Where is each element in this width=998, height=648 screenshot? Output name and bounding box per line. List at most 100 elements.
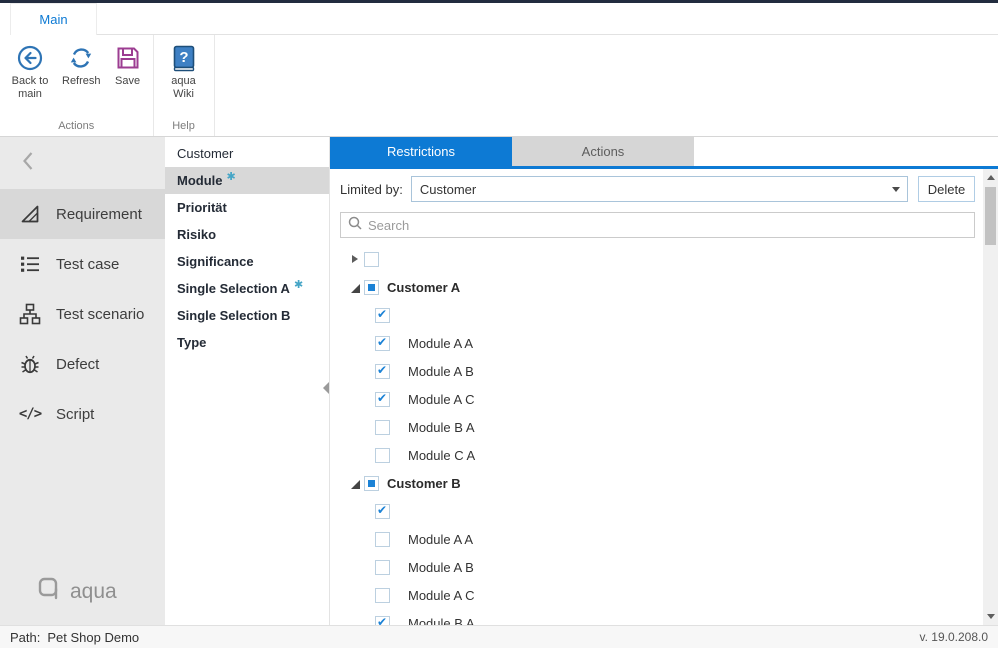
limited-by-dropdown[interactable]: Customer	[411, 176, 908, 202]
tree-expanded-arrow-icon[interactable]	[348, 280, 363, 295]
sidebar: Requirement Test case	[0, 137, 165, 625]
field-item[interactable]: Significance	[165, 248, 329, 275]
checkbox-checked[interactable]	[375, 308, 390, 323]
field-item[interactable]: Risiko	[165, 221, 329, 248]
checkbox-checked[interactable]	[375, 616, 390, 626]
checkbox-unchecked[interactable]	[375, 532, 390, 547]
refresh-icon	[67, 43, 95, 73]
sidebar-item-test-case[interactable]: Test case	[0, 239, 165, 289]
tree-row[interactable]: Module C A	[330, 441, 983, 469]
tree-node-label: Module A A	[408, 336, 473, 351]
sidebar-item-requirement[interactable]: Requirement	[0, 189, 165, 239]
tree-node-label: Module B A	[408, 616, 475, 626]
field-item[interactable]: Customer	[165, 140, 329, 167]
chevron-down-icon	[885, 187, 907, 192]
aqua-logo-icon	[36, 576, 62, 607]
field-item[interactable]: Priorität	[165, 194, 329, 221]
ribbon-tab-main[interactable]: Main	[10, 3, 97, 35]
ribbon-group-label: Actions	[2, 120, 151, 136]
search-input[interactable]	[368, 218, 967, 233]
button-label: aqua Wiki	[160, 75, 208, 101]
field-label: Risiko	[177, 227, 216, 242]
checkbox-unchecked[interactable]	[375, 560, 390, 575]
tree-node-label: Module A C	[408, 588, 475, 603]
tree-row[interactable]: Module B A	[330, 609, 983, 625]
limited-by-row: Limited by: Customer Delete	[340, 176, 975, 202]
panel-collapse-arrow[interactable]	[323, 380, 333, 396]
checkbox-unchecked[interactable]	[375, 588, 390, 603]
tree-node-label: Module A C	[408, 392, 475, 407]
checkbox-unchecked[interactable]	[364, 252, 379, 267]
checkbox-partial[interactable]	[364, 476, 379, 491]
checklist-icon	[18, 252, 42, 276]
sidebar-item-label: Script	[56, 406, 94, 423]
tree-row[interactable]: Customer A	[330, 273, 983, 301]
expander-spacer	[359, 616, 374, 626]
ribbon-group-actions: Back to main Refresh	[0, 35, 154, 136]
checkbox-unchecked[interactable]	[375, 420, 390, 435]
tab-restrictions[interactable]: Restrictions	[330, 137, 512, 166]
tree-collapsed-arrow-icon[interactable]	[348, 252, 363, 267]
tree-node-label: Module C A	[408, 448, 475, 463]
ribbon: Back to main Refresh	[0, 35, 998, 137]
tree-row[interactable]: Module A C	[330, 385, 983, 413]
sidebar-item-label: Test case	[56, 256, 119, 273]
sidebar-item-label: Requirement	[56, 206, 142, 223]
tree-row[interactable]	[330, 497, 983, 525]
tree-row[interactable]	[330, 245, 983, 273]
sidebar-collapse-button[interactable]	[0, 137, 165, 189]
tree-row[interactable]	[330, 301, 983, 329]
delete-button[interactable]: Delete	[918, 176, 975, 202]
refresh-button[interactable]: Refresh	[58, 40, 105, 91]
field-item[interactable]: Type	[165, 329, 329, 356]
checkbox-checked[interactable]	[375, 504, 390, 519]
checkbox-checked[interactable]	[375, 336, 390, 351]
checkbox-checked[interactable]	[375, 364, 390, 379]
tree-expanded-arrow-icon[interactable]	[348, 476, 363, 491]
field-item[interactable]: Single Selection B	[165, 302, 329, 329]
bug-icon	[18, 352, 42, 376]
sidebar-item-defect[interactable]: Defect	[0, 339, 165, 389]
version-label: v. 19.0.208.0	[920, 630, 989, 644]
checkbox-unchecked[interactable]	[375, 448, 390, 463]
scroll-down-arrow[interactable]	[983, 609, 998, 624]
field-label: Priorität	[177, 200, 227, 215]
field-label: Single Selection B	[177, 308, 290, 323]
restriction-tree: Customer AModule A AModule A BModule A C…	[330, 245, 983, 625]
save-button[interactable]: Save	[105, 40, 151, 91]
tree-row[interactable]: Module B A	[330, 413, 983, 441]
wiki-help-icon: ?	[172, 43, 196, 73]
tree-row[interactable]: Module A B	[330, 357, 983, 385]
ribbon-tab-bar: Main	[0, 3, 998, 35]
field-list: CustomerModule✱ Priorität Risiko Significan…	[165, 137, 330, 625]
vertical-scrollbar[interactable]	[983, 169, 998, 625]
code-icon: </>	[18, 402, 42, 426]
main-tab-bar: Restrictions Actions	[330, 137, 998, 166]
checkbox-checked[interactable]	[375, 392, 390, 407]
tree-row[interactable]: Customer B	[330, 469, 983, 497]
expander-spacer	[359, 420, 374, 435]
tab-actions[interactable]: Actions	[512, 137, 694, 166]
field-item[interactable]: Single Selection A✱	[165, 275, 329, 302]
search-icon	[348, 216, 362, 235]
sidebar-item-test-scenario[interactable]: Test scenario	[0, 289, 165, 339]
tree-row[interactable]: Module A C	[330, 581, 983, 609]
field-item[interactable]: Module✱	[165, 167, 329, 194]
scroll-up-arrow[interactable]	[983, 170, 998, 185]
button-label: Save	[115, 75, 140, 88]
sidebar-item-script[interactable]: </> Script	[0, 389, 165, 439]
tree-row[interactable]: Module A A	[330, 525, 983, 553]
aqua-wiki-button[interactable]: ? aqua Wiki	[156, 40, 212, 104]
set-square-icon	[18, 202, 42, 226]
expander-spacer	[359, 560, 374, 575]
dropdown-value: Customer	[420, 182, 885, 197]
scroll-thumb[interactable]	[985, 187, 996, 245]
expander-spacer	[359, 336, 374, 351]
status-path: Path: Pet Shop Demo	[10, 630, 139, 645]
tree-row[interactable]: Module A B	[330, 553, 983, 581]
tree-row[interactable]: Module A A	[330, 329, 983, 357]
checkbox-partial[interactable]	[364, 280, 379, 295]
ribbon-group-help: ? aqua Wiki Help	[154, 35, 215, 136]
back-to-main-button[interactable]: Back to main	[2, 40, 58, 104]
field-label: Significance	[177, 254, 254, 269]
